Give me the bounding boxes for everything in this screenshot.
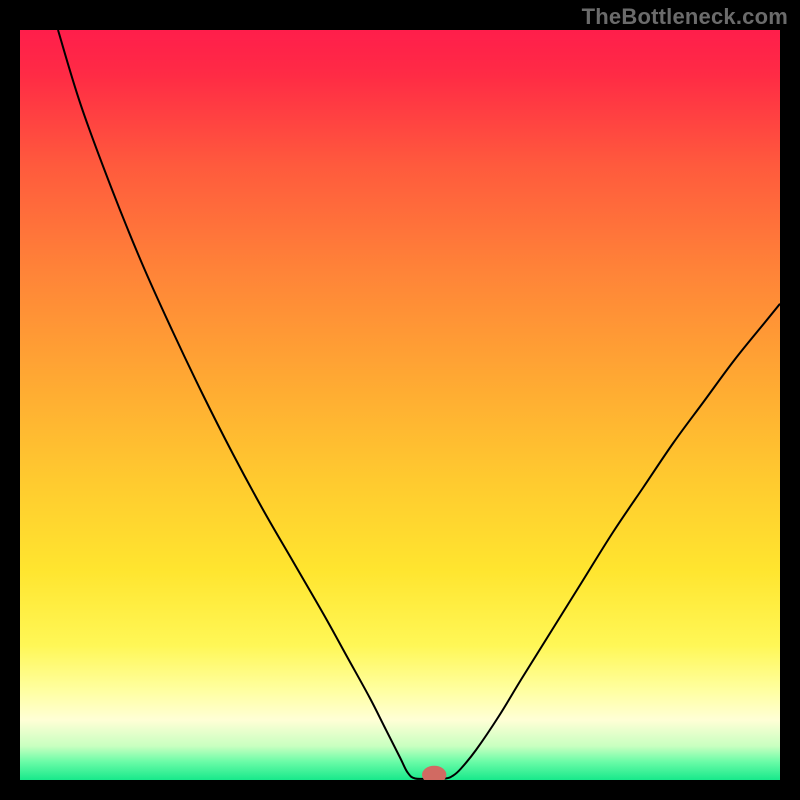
chart-frame: TheBottleneck.com	[0, 0, 800, 800]
bottleneck-chart	[20, 30, 780, 780]
plot-area	[20, 30, 780, 780]
gradient-background	[20, 30, 780, 780]
watermark-text: TheBottleneck.com	[582, 4, 788, 30]
